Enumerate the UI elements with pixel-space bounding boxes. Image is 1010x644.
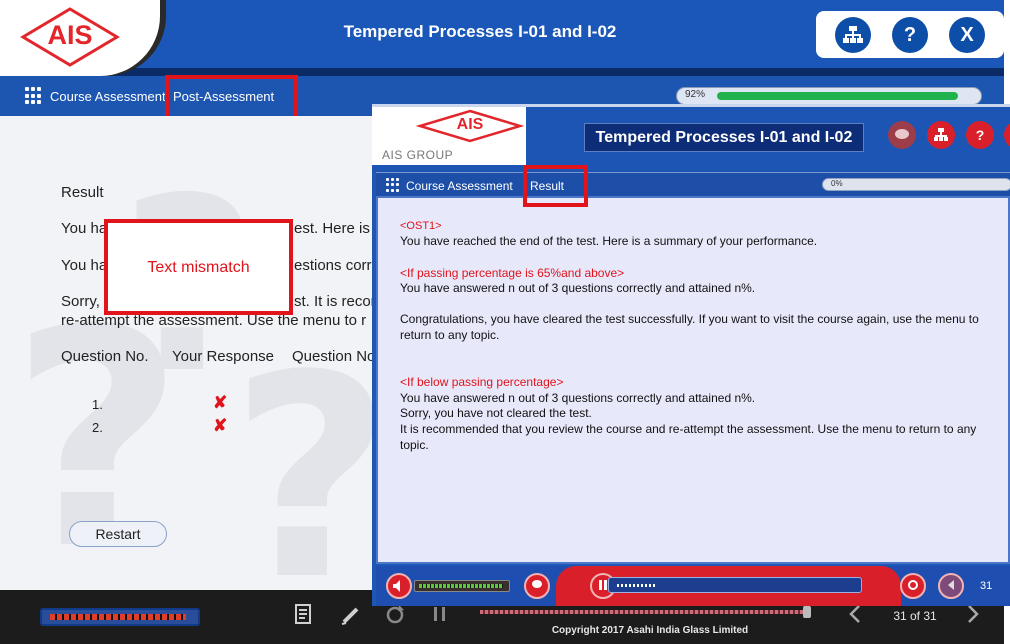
seek-knob[interactable] [803, 606, 811, 618]
ref-volume-icon[interactable] [386, 573, 412, 599]
highlight-ref-breadcrumb-page [523, 165, 588, 207]
ref-content: <OST1> You have reached the end of the t… [376, 196, 1010, 564]
chat-icon [895, 129, 909, 139]
col-your-response: Your Response [172, 348, 275, 365]
ref-progress-label: 0% [831, 179, 843, 188]
menu-grid-icon[interactable] [25, 87, 43, 105]
close-button[interactable]: X [949, 17, 985, 53]
sitemap-button[interactable] [835, 17, 871, 53]
ref-volume-level [419, 584, 503, 588]
restart-button[interactable]: Restart [69, 521, 167, 547]
reference-storyboard: AIS AIS GROUP Tempered Processes I-01 an… [372, 104, 1010, 606]
ais-logo-text: AIS [47, 20, 93, 50]
ref-menu-grid-icon[interactable] [386, 178, 400, 192]
ref-page-number: 31 [980, 580, 993, 592]
ref-breadcrumb-section: Course Assessment [406, 179, 513, 193]
copyright-text: Copyright 2017 Asahi India Glass Limited [551, 625, 749, 636]
ref-group-text: AIS GROUP [382, 148, 454, 162]
help-button[interactable]: ? [892, 17, 928, 53]
progress-fill [717, 92, 958, 100]
result-line-3-start: Sorry, [61, 293, 100, 310]
result-line-2-start: You ha [61, 257, 108, 274]
ref-help-button[interactable]: ? [966, 121, 994, 149]
help-icon: ? [903, 24, 917, 46]
ref-seek-progress [617, 584, 657, 587]
result-line-1-end: est. Here is a [294, 220, 383, 237]
course-title: Tempered Processes I-01 and I-02 [343, 22, 617, 41]
previous-icon[interactable] [848, 604, 862, 629]
ref-fail-message-2: It is recommended that you review the co… [400, 422, 977, 452]
ref-ais-logo-text: AIS [456, 116, 484, 133]
pause-icon[interactable] [432, 604, 448, 629]
wrong-answer-icon: ✘ [213, 393, 228, 412]
result-line-1-start: You ha [61, 220, 108, 237]
close-icon: X [960, 24, 974, 46]
ref-player-footer: 31 [376, 566, 1010, 606]
ref-logo-panel: AIS AIS GROUP [372, 107, 526, 165]
result-heading: Result [61, 184, 104, 201]
ref-comment-icon[interactable] [524, 573, 550, 599]
col-question-no-2: Question No [292, 348, 376, 365]
pencil-icon[interactable] [340, 604, 362, 631]
ref-progress-bar: 0% [822, 178, 1010, 191]
progress-label: 92% [685, 89, 706, 100]
ref-pass-score: You have answered n out of 3 questions c… [400, 281, 756, 295]
row-number: 1. [92, 397, 103, 412]
ref-chat-button[interactable] [888, 121, 916, 149]
breadcrumb-section: Course Assessment [50, 89, 166, 104]
replay-icon[interactable] [384, 604, 406, 631]
ref-volume-slider[interactable] [414, 580, 510, 592]
result-line-2-end: estions corre [294, 257, 380, 274]
text-mismatch-annotation: Text mismatch [104, 219, 293, 315]
ref-navbar: Course Assessment Result 0% [376, 172, 1010, 196]
transcript-icon[interactable] [295, 604, 315, 631]
header-divider [0, 68, 1004, 76]
sitemap-icon [934, 128, 948, 141]
ref-replay-icon[interactable] [900, 573, 926, 599]
ref-fail-condition: <If below passing percentage> [400, 375, 564, 389]
ref-intro: You have reached the end of the test. He… [400, 234, 818, 248]
ref-fail-score: You have answered n out of 3 questions c… [400, 391, 756, 405]
ref-seek-bar[interactable] [608, 577, 862, 593]
ref-pass-condition: <If passing percentage is 65%and above> [400, 266, 625, 280]
course-progress-bar: 92% [676, 87, 982, 105]
ref-ost-tag: <OST1> [400, 220, 442, 232]
page-indicator: 31 of 31 [893, 609, 937, 623]
help-icon: ? [975, 127, 985, 143]
sitemap-icon [843, 26, 863, 43]
ref-sitemap-button[interactable] [927, 121, 955, 149]
ref-fail-message-1: Sorry, you have not cleared the test. [400, 406, 592, 420]
result-line-3-end: st. It is recor [294, 293, 376, 310]
volume-slider[interactable] [40, 608, 200, 626]
wrong-answer-icon: ✘ [213, 416, 228, 435]
next-icon[interactable] [966, 604, 980, 629]
annotation-label: Text mismatch [147, 259, 250, 276]
col-question-no: Question No. [61, 348, 149, 365]
volume-level [50, 614, 186, 620]
seek-bar[interactable] [480, 610, 810, 614]
row-number: 2. [92, 420, 103, 435]
ref-previous-icon[interactable] [938, 573, 964, 599]
ref-pass-message: Congratulations, you have cleared the te… [400, 312, 979, 342]
ref-title: Tempered Processes I-01 and I-02 [584, 123, 864, 152]
